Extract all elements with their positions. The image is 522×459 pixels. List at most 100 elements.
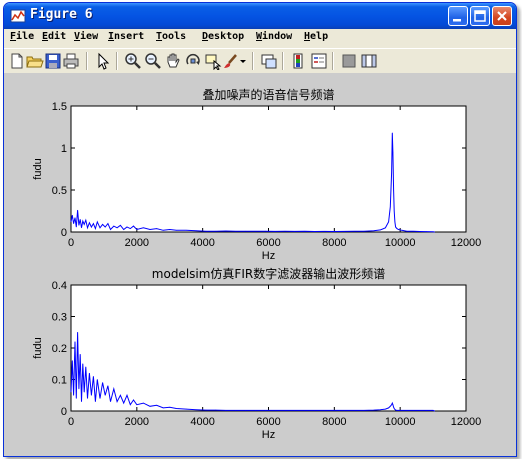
show-plot-tools-icon[interactable]	[360, 52, 378, 70]
menu-window[interactable]: Window	[256, 31, 292, 42]
link-plot-icon[interactable]	[260, 52, 278, 70]
open-folder-icon[interactable]	[26, 52, 44, 70]
data-point	[324, 231, 325, 232]
data-point	[81, 401, 82, 402]
x-tick-label: 10000	[385, 416, 416, 428]
x-tick-label: 6000	[256, 237, 280, 249]
figure-canvas: 0 2000 4000 6000 8000 10000 12000 0 0.5 1 1.5 叠加噪声的…	[4, 73, 516, 456]
pointer-arrow-icon[interactable]	[94, 52, 112, 70]
data-point	[169, 406, 171, 408]
chart-title: 叠加噪声的语音信号频谱	[202, 87, 334, 102]
data-point	[73, 223, 74, 224]
data-point	[245, 410, 246, 411]
maximize-button[interactable]	[470, 6, 490, 26]
x-tick-label: 4000	[190, 237, 214, 249]
data-point	[225, 410, 226, 411]
data-point	[73, 395, 74, 396]
plot-area	[70, 105, 467, 233]
data-point	[99, 227, 101, 229]
data-point	[392, 132, 393, 134]
data-point	[76, 226, 77, 228]
data-point	[78, 388, 80, 390]
menu-edit[interactable]: Edit	[42, 31, 66, 42]
toolbar-separator	[86, 52, 88, 70]
data-point	[391, 172, 392, 174]
data-point	[432, 410, 434, 411]
print-icon[interactable]	[62, 52, 80, 70]
data-point	[413, 410, 414, 411]
x-tick-label: 10000	[385, 237, 416, 249]
y-tick-label: 0.4	[52, 280, 67, 292]
data-point	[120, 225, 121, 226]
data-point	[394, 409, 396, 410]
data-point	[87, 227, 88, 229]
menu-tools[interactable]: Tools	[156, 31, 186, 42]
data-point	[81, 227, 82, 229]
data-point	[97, 221, 98, 223]
data-cursor-icon[interactable]	[204, 52, 222, 70]
data-point	[76, 398, 77, 399]
data-point	[393, 408, 395, 409]
data-point	[396, 410, 398, 411]
rotate-3d-icon[interactable]	[184, 52, 202, 70]
data-point	[83, 391, 85, 393]
menu-help[interactable]: Help	[304, 31, 328, 42]
minimize-button[interactable]	[448, 6, 468, 26]
x-tick-label: 2000	[125, 416, 149, 428]
data-point	[264, 230, 266, 232]
data-point	[353, 410, 355, 411]
hide-plot-tools-icon[interactable]	[340, 52, 358, 70]
data-point	[380, 229, 381, 231]
data-point	[143, 227, 144, 229]
data-point	[205, 230, 207, 232]
data-point	[215, 230, 217, 232]
data-point	[394, 221, 396, 223]
x-tick-label: 2000	[125, 237, 149, 249]
data-point	[388, 407, 389, 409]
data-point	[334, 410, 335, 411]
data-point	[97, 379, 98, 380]
title-bar[interactable]: Figure 6	[4, 3, 516, 29]
data-point	[70, 221, 72, 223]
data-point	[353, 231, 355, 232]
data-point	[176, 408, 177, 409]
data-point	[156, 405, 157, 406]
insert-legend-icon[interactable]	[310, 52, 328, 70]
y-tick-label: 1.5	[52, 101, 67, 113]
pan-hand-icon[interactable]	[164, 52, 182, 70]
data-point	[99, 398, 101, 399]
data-point	[89, 372, 90, 374]
x-tick-label: 12000	[451, 416, 482, 428]
data-point	[79, 354, 81, 355]
data-point	[314, 410, 315, 411]
data-point	[388, 221, 389, 223]
data-point	[104, 226, 106, 228]
zoom-out-icon[interactable]	[144, 52, 162, 70]
data-point	[396, 228, 398, 229]
new-file-icon[interactable]	[8, 52, 26, 70]
close-button[interactable]	[492, 6, 512, 26]
data-point	[126, 226, 128, 228]
menu-file[interactable]: File	[10, 31, 34, 42]
figure-window: Figure 6 File Edit View Insert Tools Desktop W…	[3, 2, 517, 457]
menu-view[interactable]: View	[74, 31, 98, 42]
y-axis-label: fudu	[32, 337, 44, 358]
window-title: Figure 6	[30, 7, 93, 22]
maximize-icon	[474, 10, 486, 22]
data-point	[78, 225, 80, 226]
insert-colorbar-icon[interactable]	[290, 52, 308, 70]
data-point	[225, 230, 226, 232]
data-point	[395, 409, 396, 411]
zoom-in-icon[interactable]	[124, 52, 142, 70]
data-point	[434, 410, 436, 412]
menu-insert[interactable]: Insert	[108, 31, 144, 42]
x-tick-label: 0	[68, 416, 74, 428]
menu-desktop[interactable]: Desktop	[202, 31, 244, 42]
data-point	[343, 231, 345, 232]
data-point	[363, 230, 365, 232]
axes-1: 0 2000 4000 6000 8000 10000 12000 0 0.5 1 1.5 叠加噪声的…	[32, 87, 481, 262]
data-point	[195, 409, 197, 411]
data-point	[393, 210, 395, 212]
data-point	[392, 402, 393, 404]
save-icon[interactable]	[44, 52, 62, 70]
